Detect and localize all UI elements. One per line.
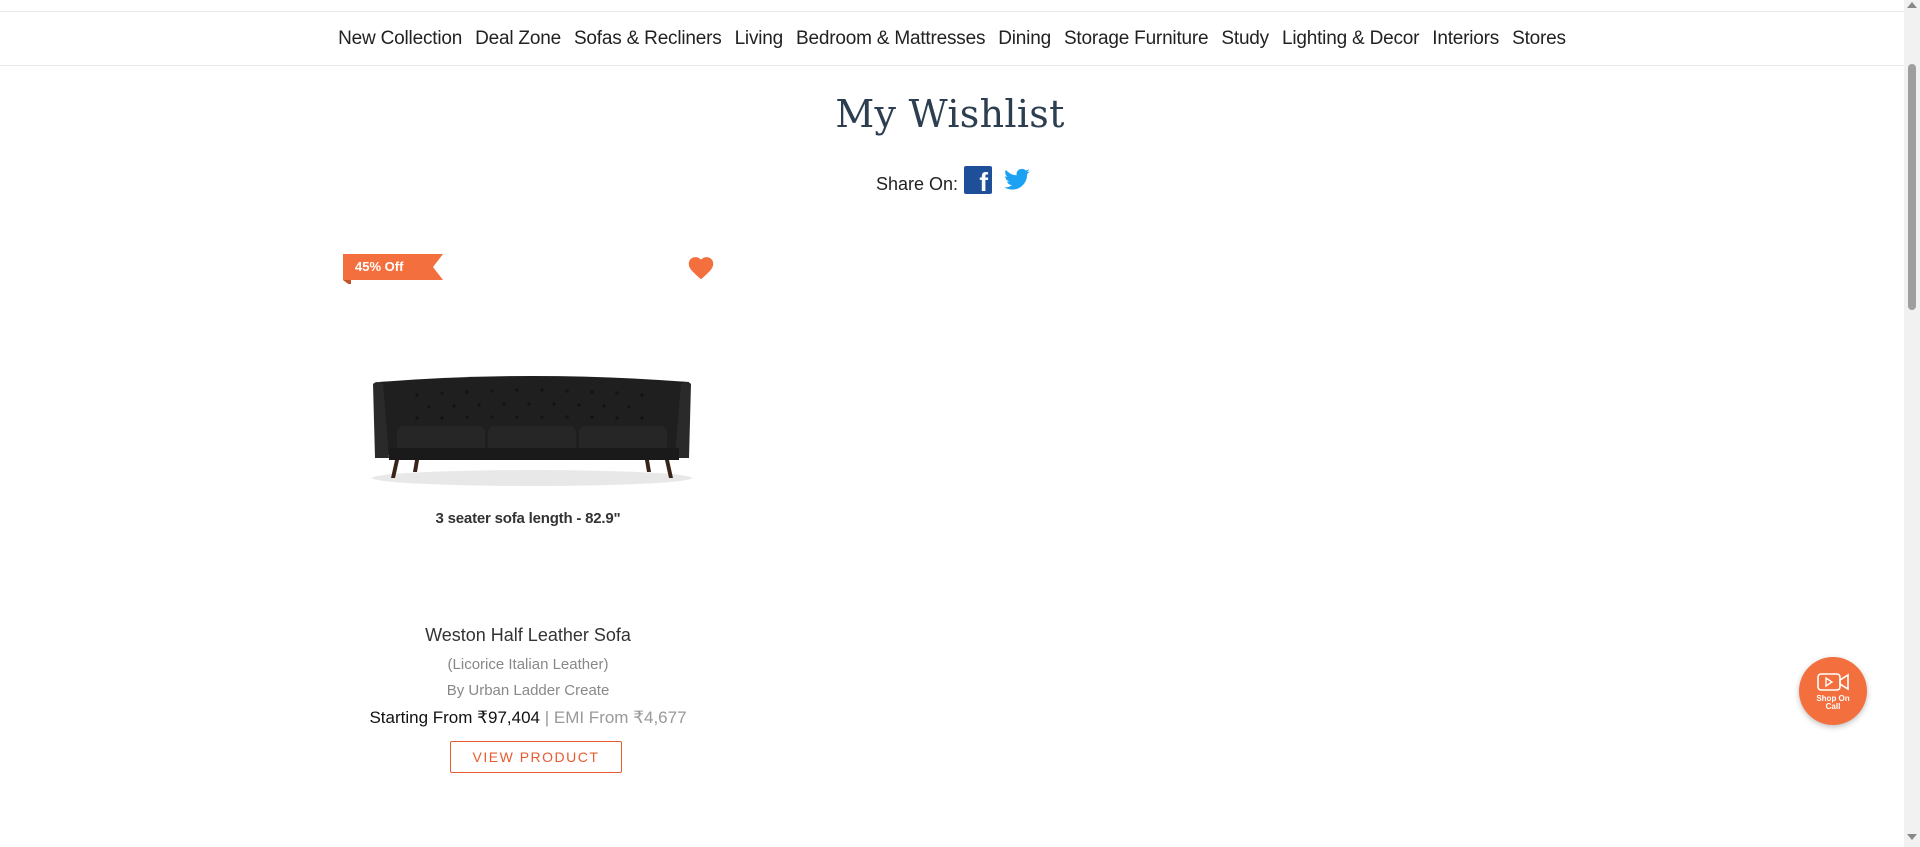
- nav-item-bedroom-mattresses[interactable]: Bedroom & Mattresses: [790, 28, 992, 50]
- product-price-line: Starting From ₹97,404 | EMI From ₹4,677: [343, 708, 713, 728]
- nav-item-storage-furniture[interactable]: Storage Furniture: [1057, 28, 1214, 50]
- product-image[interactable]: [367, 360, 697, 490]
- product-dimensions-caption: 3 seater sofa length - 82.9": [435, 510, 621, 527]
- scroll-up-arrow-icon[interactable]: [1907, 2, 1917, 8]
- nav-item-stores[interactable]: Stores: [1506, 28, 1573, 50]
- nav-item-deal-zone[interactable]: Deal Zone: [469, 28, 568, 50]
- shop-on-call-label: Shop On Call: [1816, 694, 1850, 711]
- product-variant: (Licorice Italian Leather): [447, 656, 609, 673]
- page-title: My Wishlist: [835, 92, 1065, 136]
- shop-on-call-button[interactable]: Shop On Call: [1799, 657, 1867, 725]
- top-strip: [0, 0, 1904, 12]
- emi-text: | EMI From ₹4,677: [544, 708, 687, 727]
- twitter-icon[interactable]: [1002, 166, 1032, 194]
- nav-item-sofas-recliners[interactable]: Sofas & Recliners: [567, 28, 728, 50]
- scrollbar-thumb[interactable]: [1908, 64, 1916, 310]
- scroll-down-arrow-icon[interactable]: [1907, 834, 1917, 840]
- main-nav: New Collection Deal Zone Sofas & Recline…: [0, 12, 1904, 66]
- product-name[interactable]: Weston Half Leather Sofa: [343, 625, 713, 646]
- facebook-icon[interactable]: f: [964, 165, 993, 196]
- nav-item-new-collection[interactable]: New Collection: [332, 28, 469, 50]
- video-call-icon: [1817, 673, 1849, 691]
- discount-badge: 45% Off: [343, 254, 443, 284]
- page-scrollbar[interactable]: [1904, 0, 1920, 847]
- share-label: Share On:: [876, 174, 959, 194]
- view-product-button[interactable]: VIEW PRODUCT: [450, 741, 622, 773]
- share-bar: Share On: f: [876, 164, 1032, 196]
- heart-icon[interactable]: [687, 254, 715, 280]
- nav-item-living[interactable]: Living: [728, 28, 789, 50]
- nav-item-lighting-decor[interactable]: Lighting & Decor: [1275, 28, 1425, 50]
- discount-badge-text: 45% Off: [355, 259, 404, 274]
- nav-item-study[interactable]: Study: [1215, 28, 1276, 50]
- price-value: ₹97,404: [477, 708, 540, 727]
- nav-item-dining[interactable]: Dining: [992, 28, 1058, 50]
- wishlist-product-card: 45% Off 3 seater sofa length - 82.9" Wes…: [343, 248, 715, 778]
- price-prefix: Starting From: [369, 708, 473, 727]
- nav-item-interiors[interactable]: Interiors: [1426, 28, 1506, 50]
- product-brand: By Urban Ladder Create: [446, 682, 610, 699]
- nav-list: New Collection Deal Zone Sofas & Recline…: [332, 28, 1573, 50]
